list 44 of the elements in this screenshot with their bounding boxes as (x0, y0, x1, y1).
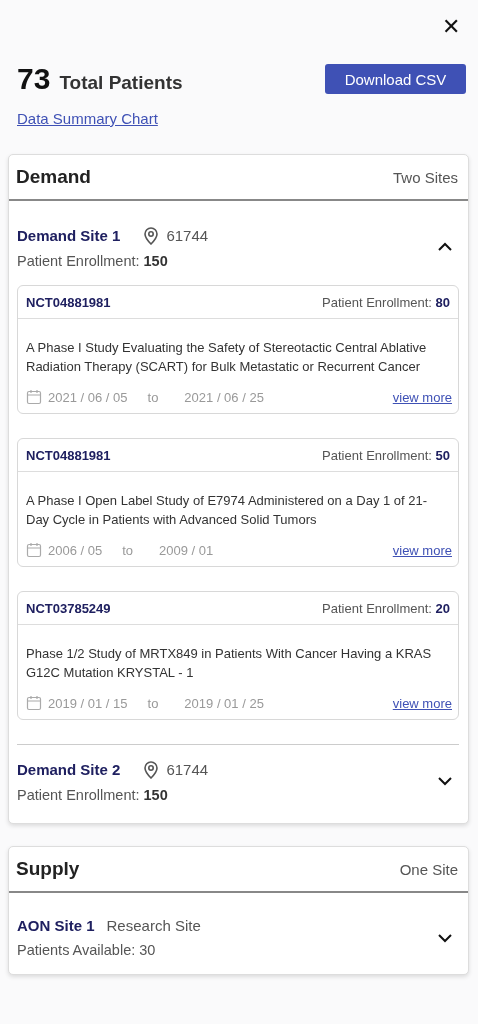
patient-count: 73 (17, 62, 51, 96)
zip-code: 61744 (166, 760, 209, 778)
site-name: Demand Site 2 (17, 760, 121, 778)
view-more-link[interactable]: view more (392, 695, 452, 711)
calendar-icon (26, 542, 42, 558)
trial-enrollment: Patient Enrollment: 80 (322, 294, 450, 310)
to-label: to (147, 695, 159, 711)
end-date: 2019 / 01 / 25 (184, 695, 264, 711)
close-button[interactable]: ✕ (442, 14, 460, 40)
section-title: Supply (16, 858, 80, 880)
end-date: 2021 / 06 / 25 (184, 389, 264, 405)
total-patients-label: Total Patients (59, 72, 183, 94)
data-summary-chart-link[interactable]: Data Summary Chart (17, 110, 158, 127)
to-label: to (122, 542, 134, 558)
end-date: 2009 / 01 (159, 542, 214, 558)
trial-id: NCT04881981 (26, 447, 111, 463)
view-more-link[interactable]: view more (392, 542, 452, 558)
to-label: to (147, 389, 159, 405)
start-date: 2019 / 01 / 15 (48, 695, 128, 711)
trial-title: Phase 1/2 Study of MRTX849 in Patients With Cancer Having a KRAS G12C Mutation KRYSTAL - 1 (26, 644, 433, 682)
site-detail: Patient Enrollment: 150 (17, 253, 169, 269)
location-pin-icon (142, 225, 161, 245)
site-name: AON Site 1 (17, 917, 95, 934)
trial-enrollment: Patient Enrollment: 50 (322, 447, 450, 463)
zip-code: 61744 (166, 226, 209, 244)
site-detail: Patient Enrollment: 150 (17, 787, 169, 803)
site-count: One Site (399, 860, 458, 878)
start-date: 2021 / 06 / 05 (48, 389, 128, 405)
trial-id: NCT03785249 (26, 600, 111, 616)
view-more-link[interactable]: view more (392, 389, 452, 405)
trial-title: A Phase I Study Evaluating the Safety of Stereotactic Central Ablative Radiation Therapy (SCART) for Bulk Metastatic or Recurrent Cancer (26, 338, 428, 376)
trial-id: NCT04881981 (26, 294, 111, 310)
site-type: Research Site (106, 917, 201, 934)
section-title: Demand (16, 166, 91, 188)
site-detail: Patients Available: 30 (17, 942, 157, 958)
calendar-icon (26, 695, 42, 711)
start-date: 2006 / 05 (48, 542, 103, 558)
location-pin-icon (142, 759, 161, 779)
download-csv-button[interactable]: Download CSV (325, 64, 466, 94)
site-name: Demand Site 1 (17, 226, 121, 244)
trial-enrollment: Patient Enrollment: 20 (322, 600, 450, 616)
site-count: Two Sites (392, 168, 458, 186)
calendar-icon (26, 389, 42, 405)
trial-title: A Phase I Open Label Study of E7974 Administered on a Day 1 of 21-Day Cycle in Patients with Advanced Solid Tumors (26, 491, 429, 529)
